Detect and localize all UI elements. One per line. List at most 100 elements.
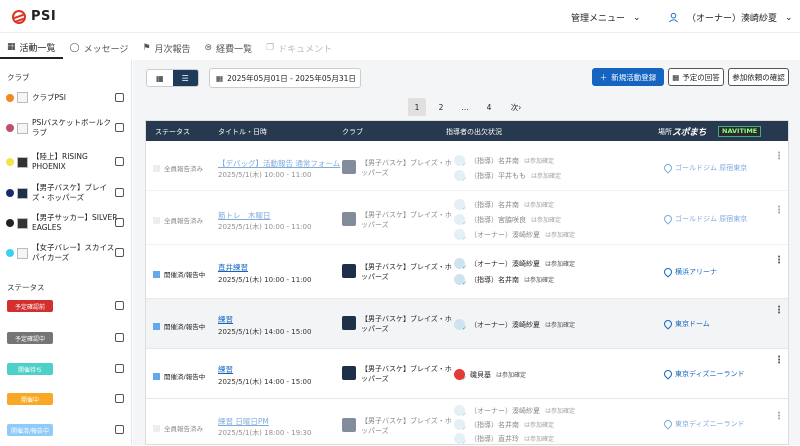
coach-name: （指導）平井もも: [470, 171, 526, 180]
management-menu[interactable]: 管理メニュー ⌄: [571, 11, 641, 25]
club-checkbox[interactable]: [115, 93, 124, 102]
status-cell: 開催済/報告中: [153, 269, 205, 279]
activity-title-link[interactable]: 練習: [218, 314, 233, 325]
club-name: 【男子バスケ】ブレイズ・ホッパーズ: [361, 159, 452, 177]
more-menu-icon[interactable]: ⋮: [774, 355, 784, 366]
club-filter-item[interactable]: クラブPSI: [6, 92, 126, 103]
status-checkbox[interactable]: [115, 364, 124, 373]
club-filter-item[interactable]: 【女子バレー】スカイスパイカーズ: [6, 243, 126, 263]
place-link[interactable]: 東京ドーム: [662, 318, 710, 330]
club-checkbox[interactable]: [115, 218, 124, 227]
table-row[interactable]: 全員報告済み 筋トレ 木曜日 2025/5/1(木) 10:00 - 11:00…: [146, 191, 788, 245]
table-header: ステータス タイトル・日時 クラブ 指導者の出欠状況 場所 スポまち NAVIT…: [146, 121, 788, 141]
activity-datetime: 2025/5/1(木) 14:00 - 15:00: [218, 328, 312, 336]
place-link[interactable]: 東京ディズニーランド: [662, 368, 745, 380]
user-menu[interactable]: （オーナー）湊崎紗夏 ⌄: [668, 11, 793, 24]
status-checkbox[interactable]: [115, 333, 124, 342]
coach-status: （オーナー）湊崎紗夏は参加確定: [454, 405, 575, 418]
tab-messages[interactable]: ◯ メッセージ: [63, 37, 136, 59]
more-menu-icon[interactable]: ⋮: [774, 255, 784, 266]
more-menu-icon[interactable]: ⋮: [774, 411, 784, 422]
schedule-reply-button[interactable]: ▦ 予定の回答: [668, 68, 724, 86]
calendar-view-button[interactable]: ▦: [147, 70, 173, 86]
activity-title-link[interactable]: 直井練習: [218, 262, 248, 273]
coach-status: （オーナー）湊崎紗夏は参加確定: [454, 319, 575, 332]
status-label: 全員報告済み: [164, 165, 203, 173]
tab-activities[interactable]: ▦ 活動一覧: [0, 37, 63, 59]
club-cell: 【男子バスケ】ブレイズ・ホッパーズ: [342, 262, 452, 282]
app-name: PSI: [31, 9, 57, 24]
activity-title-link[interactable]: 練習: [218, 364, 233, 375]
table-row[interactable]: 全員報告済み 【デバッグ】活動報告 通常フォーム 2025/5/1(木) 10:…: [146, 141, 788, 191]
page-4[interactable]: 4: [480, 98, 498, 116]
place-link[interactable]: 東京ディズニーランド: [662, 418, 745, 430]
check-avatar-icon: [454, 274, 467, 287]
status-checkbox[interactable]: [115, 394, 124, 403]
place-link[interactable]: ゴールドジム 原宿東京: [662, 213, 747, 225]
club-filter-item[interactable]: 【男子サッカー】SILVER EAGLES: [6, 213, 126, 233]
coach-name: （オーナー）湊崎紗夏: [470, 259, 540, 268]
sposta-logo: スポまち: [672, 128, 707, 138]
status-label: 開催済/報告中: [164, 373, 206, 381]
club-filter-item[interactable]: 【陸上】RISING PHOENIX: [6, 152, 126, 172]
check-avatar-icon: [454, 319, 467, 332]
club-checkbox[interactable]: [115, 248, 124, 257]
location-pin-icon: [662, 368, 674, 380]
chevron-down-icon: ⌄: [633, 12, 641, 23]
club-logo-icon: [17, 122, 28, 134]
coach-state: は参加確定: [524, 158, 555, 165]
more-menu-icon[interactable]: ⋮: [774, 305, 784, 316]
tab-monthly-report[interactable]: ⚑ 月次報告: [135, 37, 197, 59]
club-logo-icon: [17, 187, 28, 199]
club-checkbox[interactable]: [115, 188, 124, 197]
club-name: 【男子バスケ】ブレイズ・ホッパーズ: [361, 417, 452, 435]
date-range-picker[interactable]: ▦ 2025年05月01日 - 2025年05月31日: [209, 68, 361, 88]
page-2[interactable]: 2: [432, 98, 450, 116]
status-checkbox[interactable]: [115, 425, 124, 434]
new-activity-button[interactable]: ＋新規活動登録: [592, 68, 664, 86]
club-name: 【男子バスケ】ブレイズ・ホッパーズ: [361, 211, 452, 229]
activity-title-link[interactable]: 【デバッグ】活動報告 通常フォーム: [218, 158, 340, 169]
place-link[interactable]: ゴールドジム 原宿東京: [662, 162, 747, 174]
page-1[interactable]: 1: [408, 98, 426, 116]
coach-status: 磯貝基は参加確定: [454, 369, 526, 382]
club-cell: 【男子バスケ】ブレイズ・ホッパーズ: [342, 210, 452, 230]
activity-title-link[interactable]: 練習 日曜日PM: [218, 416, 269, 427]
tab-expenses[interactable]: ⊜ 経費一覧: [198, 37, 260, 59]
table-row[interactable]: 開催済/報告中 練習 2025/5/1(木) 14:00 - 15:00 【男子…: [146, 299, 788, 349]
table-row[interactable]: 開催済/報告中 直井練習 2025/5/1(木) 10:00 - 11:00 【…: [146, 245, 788, 299]
next-page-button[interactable]: 次 ›: [504, 98, 528, 116]
user-name: （オーナー）湊崎紗夏: [687, 14, 778, 24]
status-cell: 全員報告済み: [153, 215, 203, 225]
coach-status: （指導）名井南は参加確定: [454, 274, 555, 287]
more-menu-icon[interactable]: ⋮: [774, 151, 784, 162]
chevron-down-icon: ⌄: [785, 12, 793, 23]
new-activity-label: 新規活動登録: [611, 72, 657, 82]
club-checkbox[interactable]: [115, 123, 124, 132]
coach-status: （オーナー）湊崎紗夏は参加確定: [454, 229, 575, 242]
app-logo[interactable]: PSI: [12, 9, 56, 24]
col-title: タイトル・日時: [218, 128, 267, 136]
coach-state: は参加確定: [524, 277, 555, 284]
list-view-button[interactable]: ☰: [172, 70, 198, 86]
activity-title-link[interactable]: 筋トレ 木曜日: [218, 210, 271, 221]
club-checkbox[interactable]: [115, 157, 124, 166]
status-cell: 開催済/報告中: [153, 371, 205, 381]
club-filter-item[interactable]: PSIバスケットボールクラブ: [6, 118, 126, 138]
club-color-dot: [6, 93, 14, 102]
place-link[interactable]: 横浜アリーナ: [662, 266, 717, 278]
club-cell: 【男子バスケ】ブレイズ・ホッパーズ: [342, 314, 452, 334]
participation-request-button[interactable]: 参加依頼の確認: [728, 68, 789, 86]
coach-status: （指導）名井南は参加確定: [454, 419, 554, 432]
more-menu-icon[interactable]: ⋮: [774, 205, 784, 216]
club-logo-icon: [342, 366, 356, 380]
status-checkbox[interactable]: [115, 301, 124, 310]
club-logo-icon: [17, 217, 28, 229]
calendar-icon: ▦: [155, 73, 164, 83]
club-filter-item[interactable]: 【男子バスケ】ブレイズ・ホッパーズ: [6, 183, 126, 203]
place-name: 東京ディズニーランド: [675, 420, 745, 428]
club-cell: 【男子バスケ】ブレイズ・ホッパーズ: [342, 416, 452, 436]
table-row[interactable]: 全員報告済み 練習 日曜日PM 2025/5/1(木) 18:00 - 19:3…: [146, 399, 788, 446]
check-avatar-icon: [454, 433, 467, 446]
table-row[interactable]: 開催済/報告中 練習 2025/5/1(木) 14:00 - 15:00 【男子…: [146, 349, 788, 399]
